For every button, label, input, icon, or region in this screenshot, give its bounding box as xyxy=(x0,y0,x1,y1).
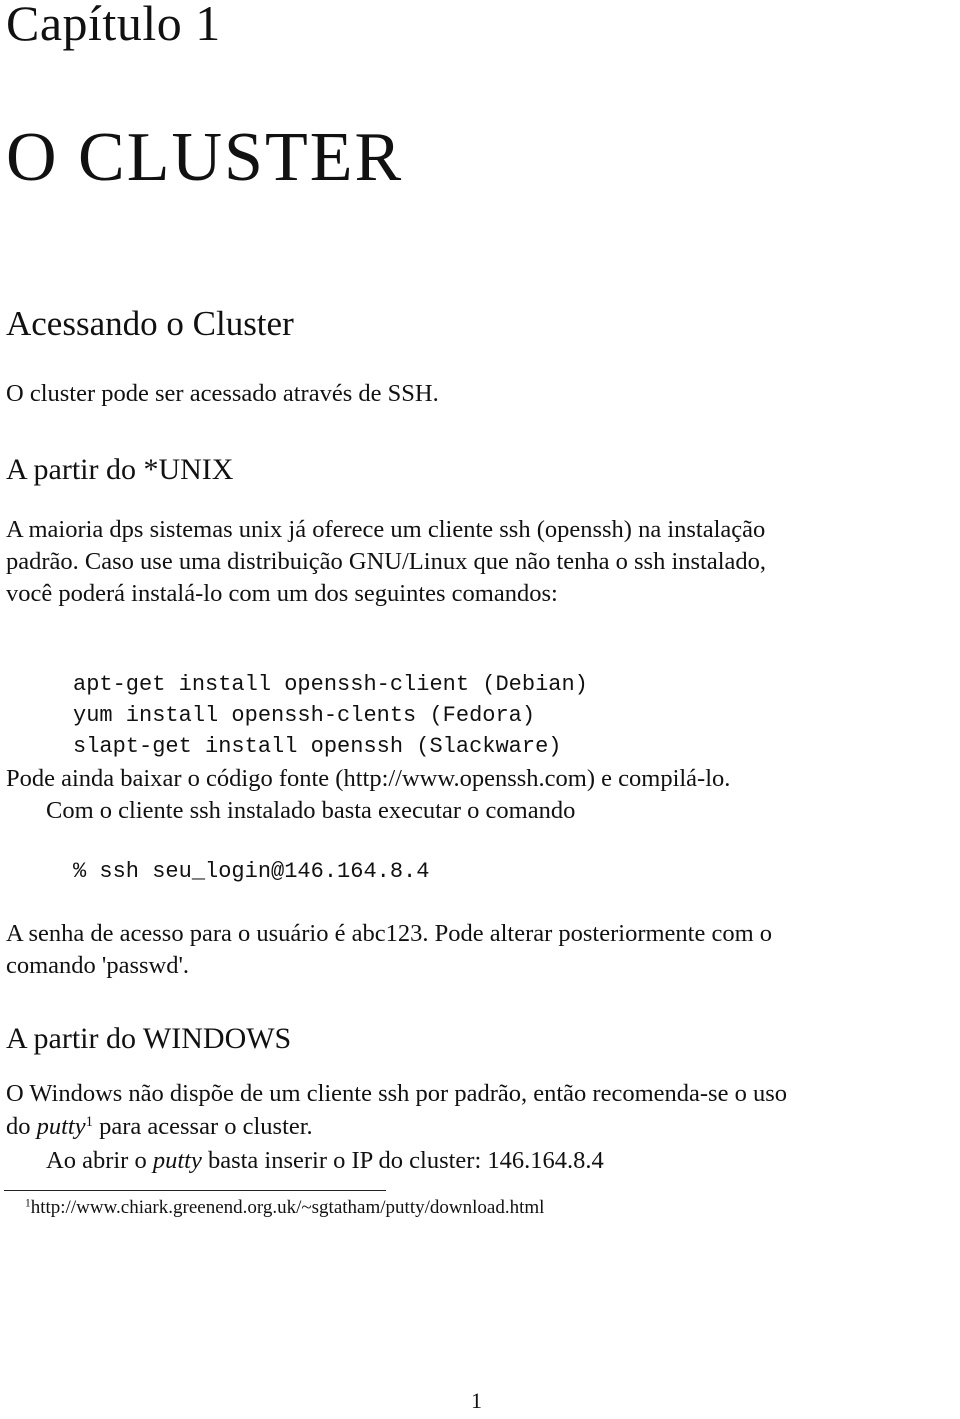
password-line-2: comando 'passwd'. xyxy=(6,952,190,979)
putty-ip-line: Ao abrir o putty basta inserir o IP do c… xyxy=(46,1145,604,1176)
subsection-unix-heading: A partir do *UNIX xyxy=(6,453,234,486)
putty-download-link[interactable]: http://www.chiark.greenend.org.uk/~sgtat… xyxy=(31,1197,545,1218)
windows-paragraph-line-2: do putty1 para acessar o cluster. xyxy=(6,1111,313,1142)
windows-line2-prefix: do xyxy=(6,1113,37,1140)
unix-paragraph-line-3: você poderá instalá-lo com um dos seguin… xyxy=(6,580,558,607)
section-intro: O cluster pode ser acessado através de S… xyxy=(6,380,439,407)
install-commands-block: apt-get install openssh-client (Debian) … xyxy=(73,669,588,762)
unix-paragraph-line-1: A maioria dps sistemas unix já oferece u… xyxy=(6,516,766,543)
source-prefix: Pode ainda baixar o código fonte ( xyxy=(6,765,344,792)
source-suffix: ) e compilá-lo. xyxy=(586,765,731,792)
windows-paragraph-line-1: O Windows não dispõe de um cliente ssh p… xyxy=(6,1080,787,1107)
subsection-windows-heading: A partir do WINDOWS xyxy=(6,1022,292,1055)
putty-term: putty xyxy=(36,1113,86,1140)
password-line-1: A senha de acesso para o usuário é abc12… xyxy=(6,920,773,947)
exec-command-text: Com o cliente ssh instalado basta execut… xyxy=(46,797,576,824)
footnote: 1http://www.chiark.greenend.org.uk/~sgta… xyxy=(25,1197,544,1219)
putty-ip-suffix: basta inserir o IP do cluster: 146.164.8… xyxy=(201,1147,604,1174)
chapter-label: Capítulo 1 xyxy=(6,0,221,51)
source-code-paragraph: Pode ainda baixar o código fonte (http:/… xyxy=(6,763,730,794)
section-title: Acessando o Cluster xyxy=(6,304,294,343)
putty-ip-prefix: Ao abrir o xyxy=(46,1147,153,1174)
install-command-debian: apt-get install openssh-client (Debian) xyxy=(73,672,588,697)
unix-paragraph-line-2: padrão. Caso use uma distribuição GNU/Li… xyxy=(6,548,767,575)
footnote-divider xyxy=(4,1190,386,1191)
install-command-fedora: yum install openssh-clents (Fedora) xyxy=(73,703,536,728)
footnote-reference[interactable]: 1 xyxy=(86,1114,93,1130)
install-command-slackware: slapt-get install openssh (Slackware) xyxy=(73,734,562,759)
windows-line2-suffix: para acessar o cluster. xyxy=(92,1113,313,1140)
ssh-command: % ssh seu_login@146.164.8.4 xyxy=(73,859,430,884)
page-number: 1 xyxy=(471,1388,482,1413)
putty-term-2: putty xyxy=(152,1147,202,1174)
chapter-title: O CLUSTER xyxy=(6,119,404,196)
openssh-link[interactable]: http://www.openssh.com xyxy=(343,765,586,792)
